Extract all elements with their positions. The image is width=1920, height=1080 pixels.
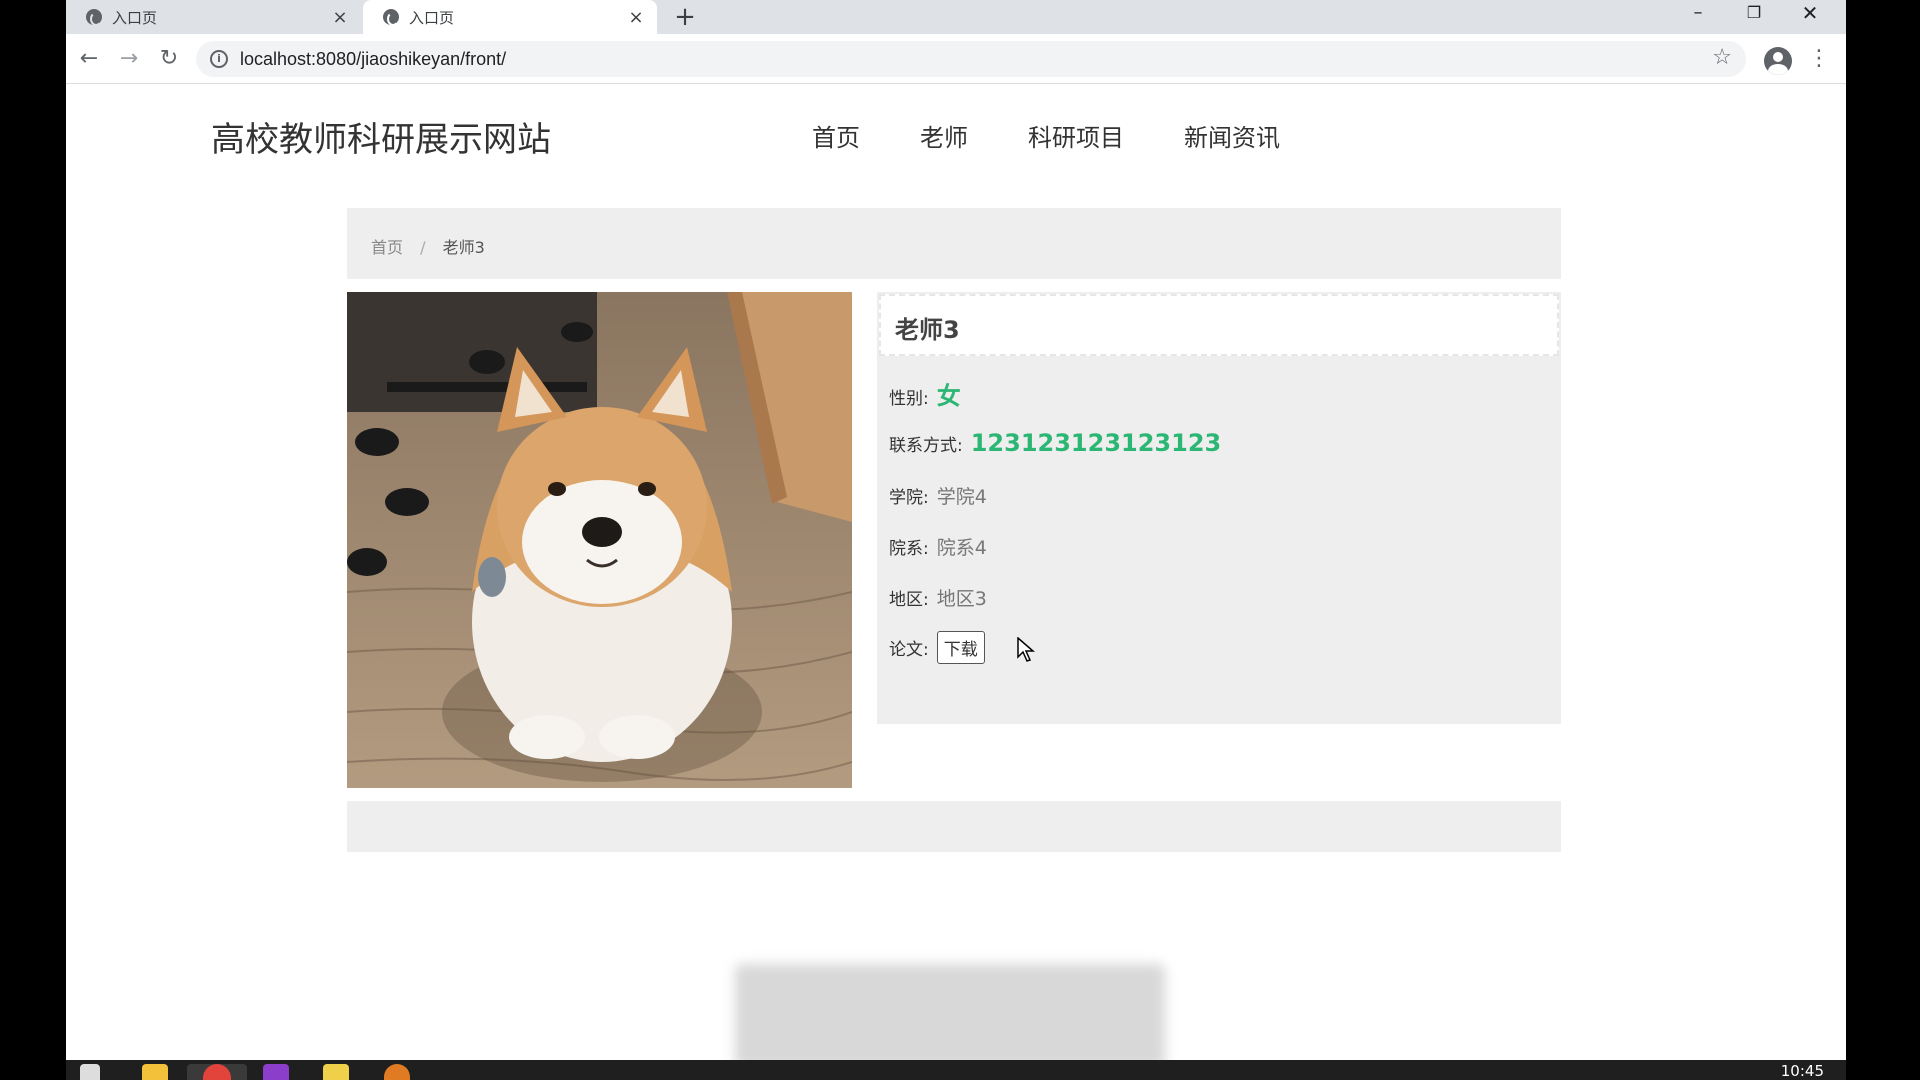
globe-icon: [383, 9, 399, 26]
mouse-cursor-icon: [1017, 637, 1035, 662]
college-row: 学院: 学院4: [889, 482, 987, 509]
globe-icon: [86, 9, 102, 26]
gender-row: 性别: 女: [889, 376, 961, 411]
contact-row: 联系方式: 123123123123123: [889, 429, 1221, 457]
college-label: 学院:: [889, 488, 929, 508]
forward-button[interactable]: →: [114, 44, 144, 74]
nav-home[interactable]: 首页: [812, 118, 860, 153]
paper-row: 论文: 下载: [889, 631, 985, 664]
main-nav: 首页 老师 科研项目 新闻资讯: [812, 118, 1340, 153]
windows-start-icon[interactable]: [80, 1064, 100, 1080]
site-title: 高校教师科研展示网站: [211, 120, 551, 160]
browser-menu-icon[interactable]: ⋮: [1808, 46, 1830, 71]
close-tab-icon[interactable]: ×: [331, 7, 349, 28]
reload-button[interactable]: ↻: [154, 44, 184, 74]
breadcrumb-separator: /: [420, 238, 426, 257]
browser-tab-1[interactable]: 入口页 ×: [66, 0, 361, 34]
profile-avatar-icon[interactable]: [1764, 47, 1792, 75]
paper-label: 论文:: [889, 640, 929, 660]
footer-bar: [347, 801, 1561, 852]
app-icon[interactable]: [323, 1064, 349, 1080]
teacher-photo: [347, 292, 852, 788]
department-value: 院系4: [936, 537, 987, 559]
region-label: 地区:: [889, 590, 929, 610]
contact-label: 联系方式:: [889, 436, 963, 456]
info-icon[interactable]: i: [210, 50, 228, 68]
app-icon[interactable]: [384, 1064, 410, 1080]
teacher-name-header: 老师3: [879, 294, 1559, 356]
minimize-button[interactable]: –: [1670, 0, 1726, 30]
bookmark-star-icon[interactable]: ☆: [1712, 45, 1732, 70]
tab-title: 入口页: [409, 8, 455, 27]
close-tab-icon[interactable]: ×: [627, 7, 645, 28]
new-tab-button[interactable]: +: [670, 2, 700, 32]
paper-download-button[interactable]: 下载: [936, 631, 985, 664]
breadcrumb: 首页 / 老师3: [347, 208, 1561, 279]
blurred-watermark: [735, 964, 1165, 1068]
back-button[interactable]: ←: [74, 44, 104, 74]
taskbar-clock: 10:45: [1780, 1062, 1824, 1080]
maximize-button[interactable]: ❐: [1726, 0, 1782, 30]
nav-teachers[interactable]: 老师: [920, 118, 968, 153]
tab-title: 入口页: [112, 8, 158, 27]
breadcrumb-current: 老师3: [442, 238, 485, 257]
browser-window: 入口页 × 入口页 × + – ❐ ✕ ← → ↻ i localhost:80…: [66, 0, 1846, 1080]
region-value: 地区3: [936, 588, 987, 610]
url-text[interactable]: localhost:8080/jiaoshikeyan/front/: [240, 49, 506, 70]
taskbar: 10:45: [66, 1060, 1846, 1080]
breadcrumb-home[interactable]: 首页: [371, 238, 403, 257]
gender-value: 女: [936, 382, 961, 410]
region-row: 地区: 地区3: [889, 584, 987, 611]
address-bar[interactable]: i localhost:8080/jiaoshikeyan/front/ ☆: [196, 41, 1746, 77]
nav-news[interactable]: 新闻资讯: [1184, 118, 1280, 153]
department-row: 院系: 院系4: [889, 533, 987, 560]
nav-research-projects[interactable]: 科研项目: [1028, 118, 1124, 153]
tab-strip: 入口页 × 入口页 × + – ❐ ✕: [66, 0, 1846, 34]
department-label: 院系:: [889, 539, 929, 559]
close-window-button[interactable]: ✕: [1782, 0, 1838, 30]
gender-label: 性别:: [889, 389, 929, 409]
address-toolbar: ← → ↻ i localhost:8080/jiaoshikeyan/fron…: [66, 34, 1846, 84]
dog-photo-image: [347, 292, 852, 788]
file-explorer-icon[interactable]: [142, 1064, 168, 1080]
teacher-info-panel: 老师3 性别: 女 联系方式: 123123123123123 学院: 学院4 …: [877, 292, 1561, 724]
browser-tab-2[interactable]: 入口页 ×: [363, 0, 657, 34]
college-value: 学院4: [936, 486, 987, 508]
app-icon[interactable]: [263, 1064, 289, 1080]
teacher-name: 老师3: [895, 316, 960, 344]
contact-value: 123123123123123: [970, 429, 1222, 457]
